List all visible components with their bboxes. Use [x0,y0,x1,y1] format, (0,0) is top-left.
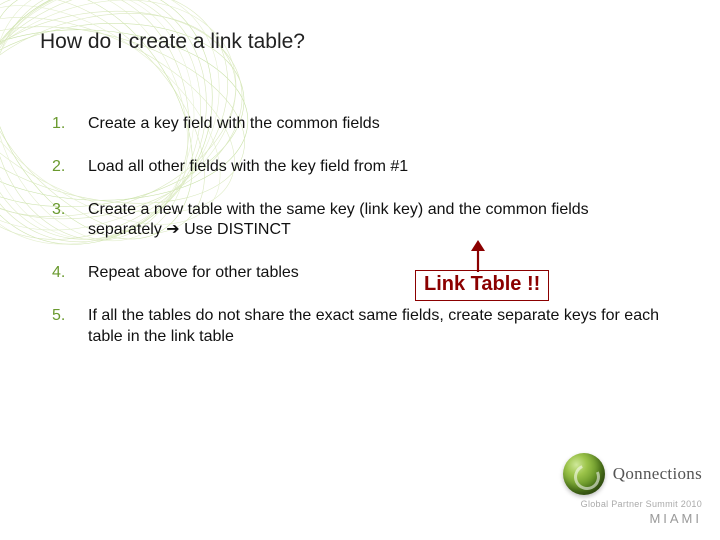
brand-name: Qonnections [613,464,702,484]
footer: Qonnections Global Partner Summit 2010 M… [563,453,702,526]
step-item: Load all other fields with the key field… [52,157,662,178]
step-item: Create a new table with the same key (li… [52,200,662,242]
location-label: MIAMI [563,511,702,526]
link-table-callout: Link Table !! [415,270,549,301]
arrow-up-icon [467,240,489,274]
step-item: Repeat above for other tables [52,263,662,284]
slide-content: How do I create a link table? Create a k… [0,0,720,348]
qlik-logo-icon [563,453,605,495]
callout-group: Link Table !! [415,270,549,301]
step-item: Create a key field with the common field… [52,114,662,135]
steps-list: Create a key field with the common field… [40,114,680,348]
step-item: If all the tables do not share the exact… [52,306,662,348]
slide-title: How do I create a link table? [40,30,680,54]
brand-subtitle: Global Partner Summit 2010 [563,499,702,509]
